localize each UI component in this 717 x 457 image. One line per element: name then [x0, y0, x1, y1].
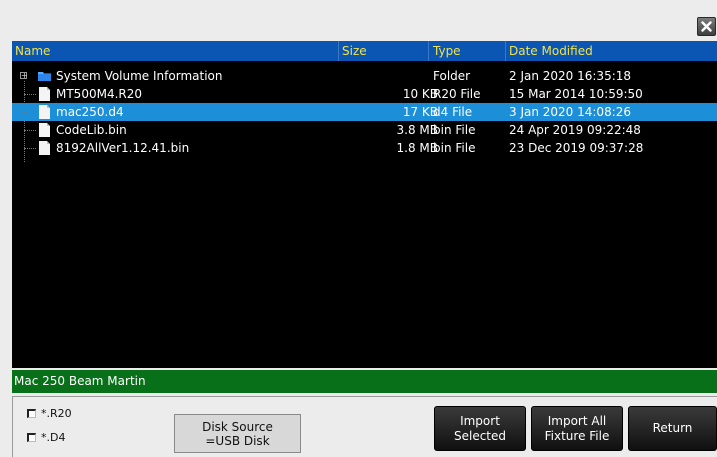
button-label-line1: Import All	[547, 413, 607, 428]
expand-sign: +	[21, 71, 28, 80]
tree-connector	[24, 148, 36, 149]
file-date-modified: 2 Jan 2020 16:35:18	[509, 69, 632, 83]
tree-connector	[24, 130, 36, 131]
button-label-line2: Fixture File	[544, 428, 610, 443]
button-label: Return	[652, 421, 693, 435]
column-divider	[338, 41, 339, 61]
column-header-name[interactable]: Name	[15, 41, 337, 61]
file-row-mt500m4-r20[interactable]: MT500M4.R20 10 KB R20 File 15 Mar 2014 1…	[12, 85, 717, 103]
file-size: 17 KB	[402, 105, 438, 119]
file-date-modified: 15 Mar 2014 10:59:50	[509, 87, 643, 101]
import-selected-button[interactable]: Import Selected	[434, 406, 526, 451]
file-list-panel: Name Size Type Date Modified + System Vo…	[12, 41, 717, 368]
file-icon	[39, 87, 50, 101]
button-label-line1: Import	[460, 413, 500, 428]
return-button[interactable]: Return	[628, 406, 717, 451]
file-list-header: Name Size Type Date Modified	[12, 41, 717, 61]
column-header-size[interactable]: Size	[342, 41, 428, 61]
checkbox-box[interactable]	[27, 432, 36, 442]
file-type: Folder	[433, 69, 471, 83]
disk-source-button[interactable]: Disk Source =USB Disk	[174, 414, 301, 453]
file-name: MT500M4.R20	[56, 87, 142, 101]
column-divider	[428, 41, 429, 61]
file-icon	[39, 123, 50, 137]
file-name: mac250.d4	[56, 105, 124, 119]
filter-checkbox-d4[interactable]: *.D4	[27, 430, 65, 444]
file-name: System Volume Information	[56, 69, 223, 83]
button-label-line2: =USB Disk	[205, 433, 270, 448]
tree-connector	[24, 94, 36, 95]
expand-toggle[interactable]: +	[20, 71, 28, 80]
column-header-date-modified[interactable]: Date Modified	[509, 41, 709, 61]
file-row-system-volume-information[interactable]: + System Volume Information Folder 2 Jan…	[12, 67, 717, 85]
file-type: bin File	[433, 141, 476, 155]
file-row-mac250-d4[interactable]: mac250.d4 17 KB d4 File 3 Jan 2020 14:08…	[12, 103, 717, 121]
filter-label: *.D4	[41, 430, 66, 444]
column-divider	[505, 41, 506, 61]
file-type: d4 File	[433, 105, 473, 119]
button-label-line2: Selected	[453, 428, 507, 443]
file-size	[342, 67, 438, 85]
close-icon	[701, 21, 712, 32]
file-name: 8192AllVer1.12.41.bin	[56, 141, 190, 155]
file-date-modified: 24 Apr 2019 09:22:48	[509, 123, 641, 137]
file-date-modified: 23 Dec 2019 09:37:28	[509, 141, 644, 155]
close-button[interactable]	[697, 17, 716, 36]
column-header-type[interactable]: Type	[433, 41, 503, 61]
file-size: 10 KB	[402, 87, 438, 101]
file-size: 3.8 MB	[396, 123, 438, 137]
file-date-modified: 3 Jan 2020 14:08:26	[509, 105, 632, 119]
checkbox-box[interactable]	[27, 408, 36, 418]
file-row-codelib-bin[interactable]: CodeLib.bin 3.8 MB bin File 24 Apr 2019 …	[12, 121, 717, 139]
filter-checkbox-r20[interactable]: *.R20	[27, 406, 72, 420]
tree-connector	[24, 112, 36, 113]
file-name: CodeLib.bin	[56, 123, 127, 137]
file-icon	[39, 105, 50, 119]
button-label-line1: Disk Source	[202, 419, 273, 434]
file-icon	[39, 141, 50, 155]
file-size: 1.8 MB	[396, 141, 438, 155]
file-row-8192allver-bin[interactable]: 8192AllVer1.12.41.bin 1.8 MB bin File 23…	[12, 139, 717, 157]
filter-label: *.R20	[41, 406, 72, 420]
folder-icon	[38, 72, 51, 81]
file-type: R20 File	[433, 87, 481, 101]
fixture-description-bar: Mac 250 Beam Martin	[12, 370, 717, 393]
import-all-fixture-file-button[interactable]: Import All Fixture File	[531, 406, 623, 451]
file-type: bin File	[433, 123, 476, 137]
